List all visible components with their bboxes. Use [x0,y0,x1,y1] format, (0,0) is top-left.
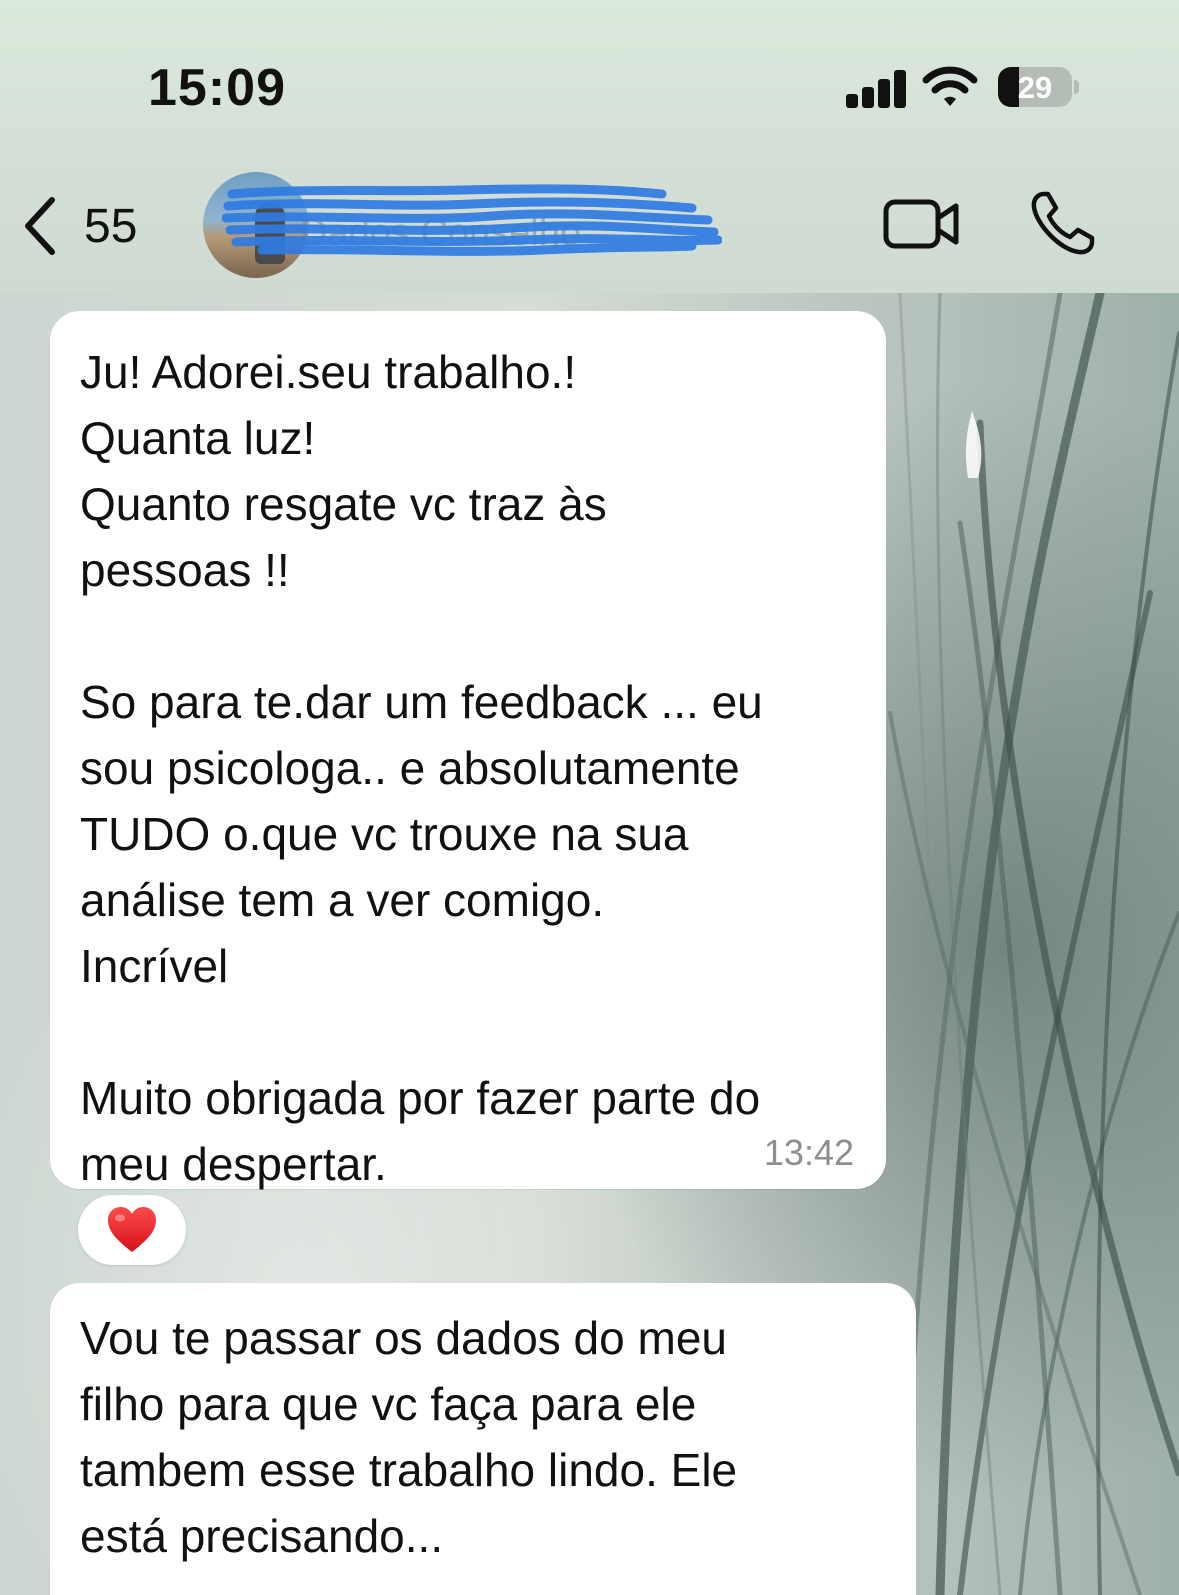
message-line: pessoas !! [80,544,290,596]
chat-header: 15:09 29 55 Dados Conselho [0,0,1179,293]
signal-icon [846,70,908,108]
message-text: Vou te passar os dados do meu filho para… [80,1305,737,1569]
message-line: meu despertar. [80,1138,387,1190]
reaction-badge[interactable] [78,1195,186,1265]
message-line: sou psicologa.. e absolutamente [80,742,740,794]
wifi-icon [922,66,978,110]
incoming-message[interactable]: Vou te passar os dados do meu filho para… [50,1283,916,1595]
message-line: filho para que vc faça para ele [80,1378,697,1430]
back-button[interactable]: 55 [22,190,137,262]
message-text: Ju! Adorei.seu trabalho.! Quanta luz! Qu… [80,339,763,1197]
message-line [80,999,763,1065]
message-line: análise tem a ver comigo. [80,874,605,926]
message-line: Ju! Adorei.seu trabalho.! [80,346,577,398]
message-line: Incrível [80,940,229,992]
battery-percent: 29 [1017,70,1053,105]
incoming-message[interactable]: Ju! Adorei.seu trabalho.! Quanta luz! Qu… [50,311,886,1190]
back-chevron-icon [25,197,55,255]
video-call-button[interactable] [882,196,962,252]
status-time: 15:09 [148,59,286,117]
message-line: TUDO o.que vc trouxe na sua [80,808,689,860]
video-call-icon [883,199,959,249]
redaction-scribble [222,184,722,256]
battery-cap [1074,80,1079,94]
message-line [80,603,763,669]
voice-call-button[interactable] [1030,190,1096,256]
battery-icon: 29 [998,67,1072,107]
unread-count: 55 [84,199,138,253]
message-line: Vou te passar os dados do meu [80,1312,727,1364]
phone-icon [1031,191,1095,255]
heart-icon [108,1207,156,1252]
message-line: Quanta luz! [80,412,316,464]
message-line: Quanto resgate vc traz às [80,478,607,530]
message-timestamp: 13:42 [763,1132,854,1173]
message-line: So para te.dar um feedback ... eu [80,676,763,728]
message-line: tambem esse trabalho lindo. Ele [80,1444,738,1496]
chat-area[interactable]: Ju! Adorei.seu trabalho.! Quanta luz! Qu… [0,293,1179,1595]
message-line: Muito obrigada por fazer parte do [80,1072,761,1124]
message-line: está precisando... [80,1510,444,1562]
